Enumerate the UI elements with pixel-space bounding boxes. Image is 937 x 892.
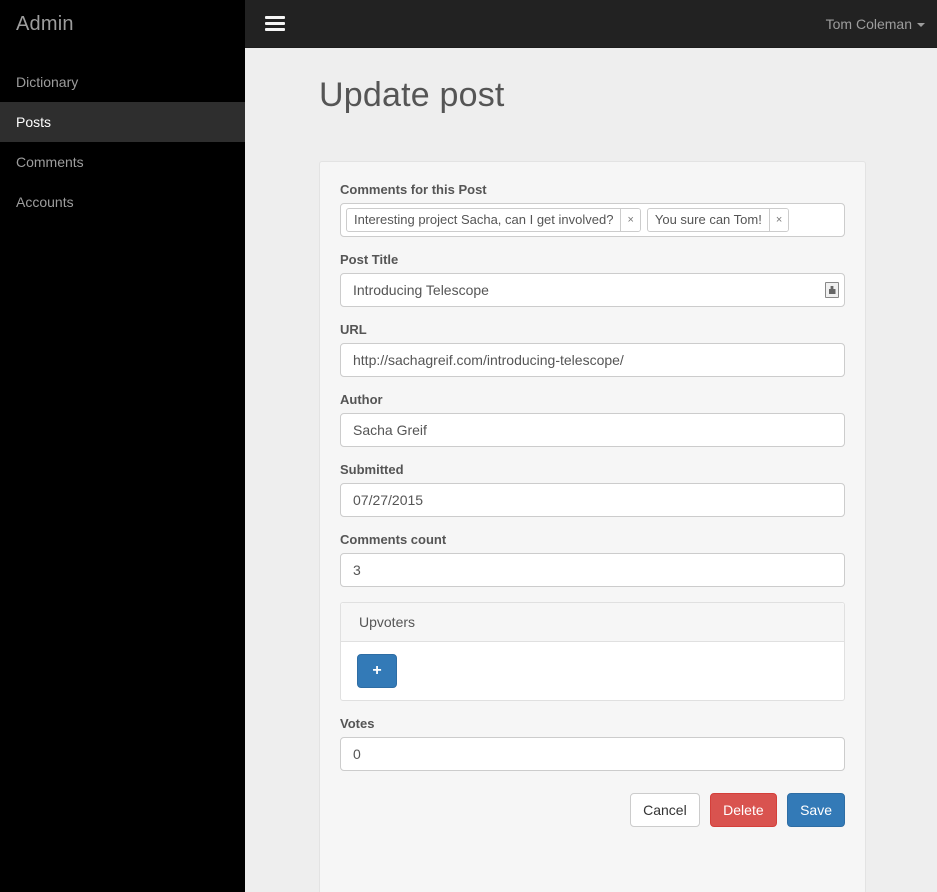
sidebar-nav: Dictionary Posts Comments Accounts xyxy=(0,62,245,222)
upvoters-header: Upvoters xyxy=(341,603,844,642)
form-autofill-icon[interactable] xyxy=(825,282,839,298)
hamburger-bar xyxy=(265,16,285,19)
upvoters-body: + xyxy=(341,642,844,700)
close-icon[interactable]: × xyxy=(768,209,789,231)
url-input[interactable] xyxy=(340,343,845,377)
field-group-submitted: Submitted xyxy=(340,462,845,517)
sidebar-item-dictionary[interactable]: Dictionary xyxy=(0,62,245,102)
admin-app: Admin Dictionary Posts Comments Accounts… xyxy=(0,0,937,892)
delete-button[interactable]: Delete xyxy=(710,793,777,827)
user-menu-label: Tom Coleman xyxy=(825,16,912,32)
top-navbar: Tom Coleman xyxy=(245,0,937,48)
field-group-comments-count: Comments count xyxy=(340,532,845,587)
field-group-votes: Votes xyxy=(340,716,845,771)
caret-down-icon xyxy=(917,23,925,28)
comments-token-field[interactable]: Interesting project Sacha, can I get inv… xyxy=(340,203,845,237)
sidebar-item-accounts[interactable]: Accounts xyxy=(0,182,245,222)
label-post-title: Post Title xyxy=(340,252,399,267)
comment-token-label: Interesting project Sacha, can I get inv… xyxy=(354,212,614,227)
sidebar-item-comments[interactable]: Comments xyxy=(0,142,245,182)
form-actions: Cancel Delete Save xyxy=(340,793,845,827)
author-input[interactable] xyxy=(340,413,845,447)
label-submitted: Submitted xyxy=(340,462,404,477)
comment-token-label: You sure can Tom! xyxy=(654,212,762,227)
add-upvoter-button[interactable]: + xyxy=(357,654,397,688)
label-votes: Votes xyxy=(340,716,375,731)
votes-input[interactable] xyxy=(340,737,845,771)
comment-token[interactable]: Interesting project Sacha, can I get inv… xyxy=(346,208,641,232)
label-comments: Comments for this Post xyxy=(340,182,487,197)
field-group-post-title: Post Title xyxy=(340,252,845,307)
label-url: URL xyxy=(340,322,367,337)
submitted-input[interactable] xyxy=(340,483,845,517)
comment-token[interactable]: You sure can Tom! × xyxy=(646,208,790,232)
post-title-input-wrap xyxy=(340,273,845,307)
user-menu-button[interactable]: Tom Coleman xyxy=(826,0,925,48)
hamburger-icon[interactable] xyxy=(259,9,291,39)
upvoters-subtable: Upvoters + xyxy=(340,602,845,701)
sidebar-item-posts[interactable]: Posts xyxy=(0,102,245,142)
page-title: Update post xyxy=(319,76,505,114)
hamburger-bar xyxy=(265,28,285,31)
update-post-form-panel: Comments for this Post Interesting proje… xyxy=(319,161,866,892)
comments-count-input[interactable] xyxy=(340,553,845,587)
field-group-author: Author xyxy=(340,392,845,447)
sidebar-brand: Admin xyxy=(16,13,74,35)
save-button[interactable]: Save xyxy=(787,793,845,827)
label-author: Author xyxy=(340,392,383,407)
main-content: Update post Comments for this Post Inter… xyxy=(245,48,937,892)
field-group-comments: Comments for this Post Interesting proje… xyxy=(340,182,845,237)
post-title-input[interactable] xyxy=(340,273,845,307)
hamburger-bar xyxy=(265,22,285,25)
field-group-url: URL xyxy=(340,322,845,377)
label-comments-count: Comments count xyxy=(340,532,447,547)
sidebar: Admin Dictionary Posts Comments Accounts xyxy=(0,0,245,892)
close-icon[interactable]: × xyxy=(620,209,640,231)
cancel-button[interactable]: Cancel xyxy=(630,793,700,827)
